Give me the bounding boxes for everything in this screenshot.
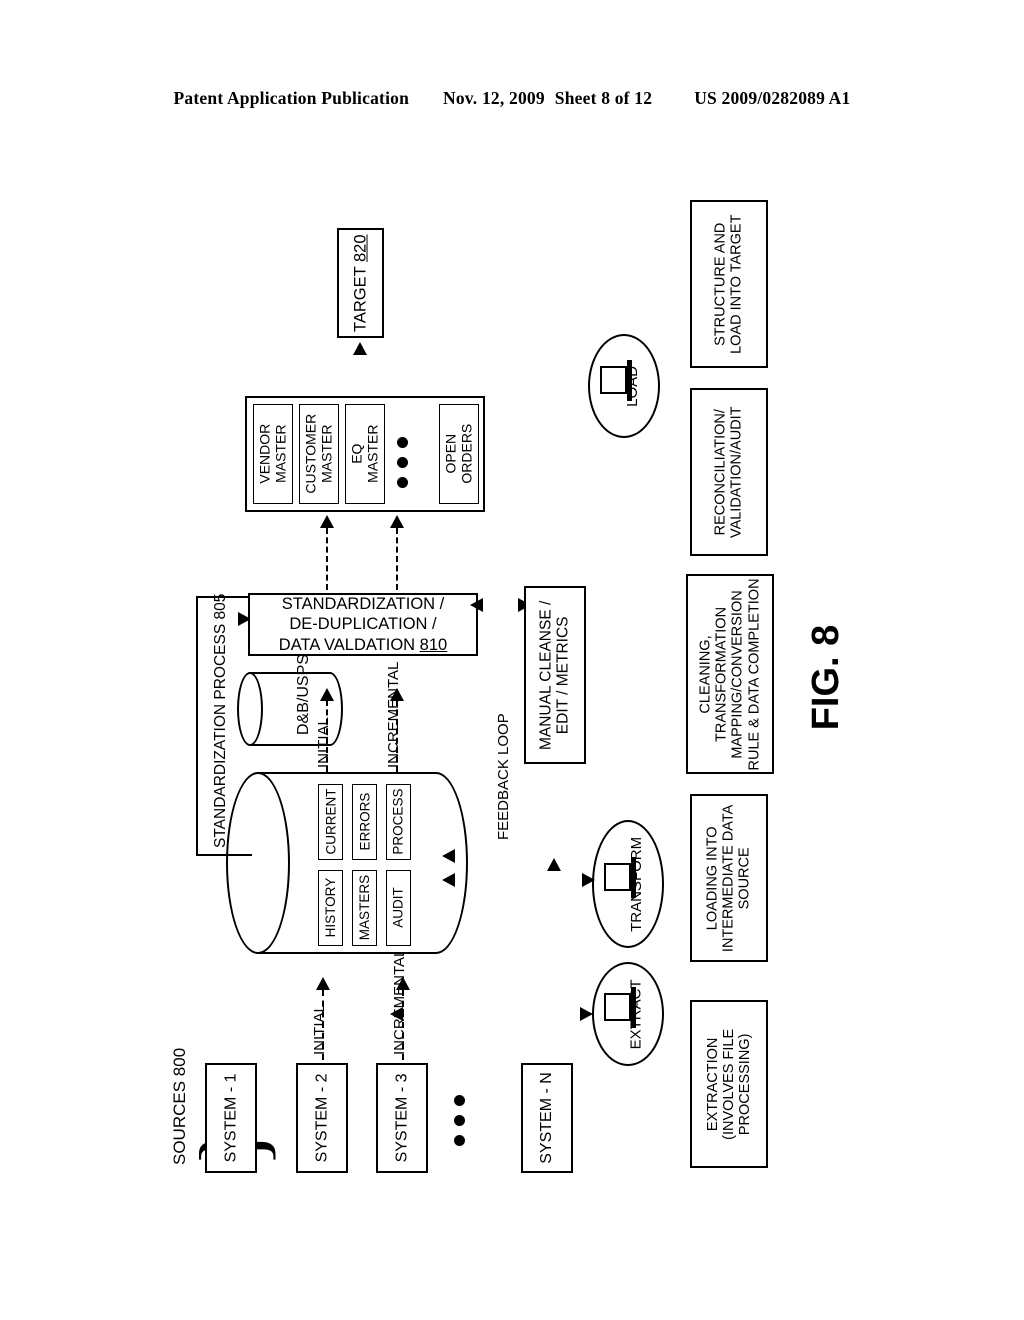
manual-cleanse-feed-vertical [0,103,2,175]
manual-cleanse-line-1: MANUAL CLEANSE / [537,600,555,750]
target-box: TARGET 820 [337,228,384,338]
incremental-label-lower: INCREMENTAL [391,948,408,1055]
figure-8-diagram: FIG. 8 STRUCTURE AND LOAD INTO TARGET RE… [0,0,1024,1320]
figure-label: FIG. 8 [805,624,847,731]
manual-cleanse-feed-arrowhead [547,858,561,871]
sources-brace: } [181,1124,283,1260]
standardization-process-group [196,596,198,856]
master-customer: CUSTOMER MASTER [299,404,339,504]
master-open-orders: OPEN ORDERS [439,404,479,504]
masters-feed-line-2 [396,528,398,590]
masters-feed-line-1 [326,528,328,590]
initial-flow-arrowhead-lower [316,977,330,990]
target-ref-number: 820 [351,234,370,262]
reference-database-label: D&B/USPS [295,654,312,735]
sources-ellipsis-dots [454,1095,465,1146]
extract-arrowhead-left [390,1007,403,1021]
standardization-box: STANDARDIZATION / DE-DUPLICATION / DATA … [248,593,478,656]
description-box-cleaning-transformation: CLEANING, TRANSFORMATION MAPPING/CONVERS… [686,574,774,774]
projector-icon [604,855,638,901]
standardization-line-2: DE-DUPLICATION / [289,615,437,634]
projector-icon [600,358,634,404]
staging-cell-audit: AUDIT [386,870,411,946]
source-system-n: SYSTEM - N [521,1063,573,1173]
standardization-process-label: STANDARDIZATION PROCESS 805 [212,593,229,848]
masters-ellipsis-dots [397,437,408,488]
standardization-line-3: DATA VALDATION [278,635,420,654]
load-connector-vertical [0,223,2,254]
extract-arrowhead-right [580,1007,593,1021]
master-vendor: VENDOR MASTER [253,404,293,504]
standardization-manual-arrowhead-left [470,598,483,612]
manual-cleanse-box: MANUAL CLEANSE / EDIT / METRICS [524,586,586,764]
feedback-loop-horizontal [0,4,78,6]
description-text: LOADING INTO INTERMEDIATE DATA SOURCE [704,804,754,952]
standardization-ref-number: 810 [419,635,448,654]
feedback-loop-label: FEEDBACK LOOP [495,713,512,840]
initial-flow-arrowhead-upper [320,688,334,701]
description-box-loading-intermediate: LOADING INTO INTERMEDIATE DATA SOURCE [690,794,768,962]
source-system-2: SYSTEM - 2 [296,1063,348,1173]
initial-label-lower: INITIAL [311,1004,328,1055]
description-box-structure-load: STRUCTURE AND LOAD INTO TARGET [690,200,768,368]
load-connector-horizontal [0,221,230,223]
incremental-label-upper: INCREMENTAL [385,661,402,768]
description-text: CLEANING, TRANSFORMATION MAPPING/CONVERS… [697,577,763,771]
staging-cell-history: HISTORY [318,870,343,946]
target-feed-vertical [0,181,2,221]
transform-arrowhead-right [582,873,595,887]
standardization-manual-connector [0,179,48,181]
description-box-reconciliation: RECONCILIATION/ VALIDATION/AUDIT [690,388,768,556]
description-text: EXTRACTION (INVOLVES FILE PROCESSING) [704,1028,754,1140]
transform-arrowhead-left [442,873,455,887]
master-eq: EQ MASTER [345,404,385,504]
description-text: STRUCTURE AND LOAD INTO TARGET [712,214,746,354]
standardization-line-1: STANDARDIZATION / [281,594,445,613]
description-text: RECONCILIATION/ VALIDATION/AUDIT [712,406,745,538]
target-feed-arrowhead [353,342,367,355]
projector-icon [604,985,638,1031]
masters-feed-arrowhead-2 [390,515,404,528]
source-system-3: SYSTEM - 3 [376,1063,428,1173]
description-box-extraction: EXTRACTION (INVOLVES FILE PROCESSING) [690,1000,768,1168]
staging-cell-masters: MASTERS [352,870,377,946]
masters-feed-arrowhead-1 [320,515,334,528]
manual-cleanse-line-2: EDIT / METRICS [555,616,572,734]
feedback-loop-vertical [0,6,2,103]
source-system-1: SYSTEM - 1 [205,1063,257,1173]
initial-label-upper: INITIAL [315,717,332,768]
